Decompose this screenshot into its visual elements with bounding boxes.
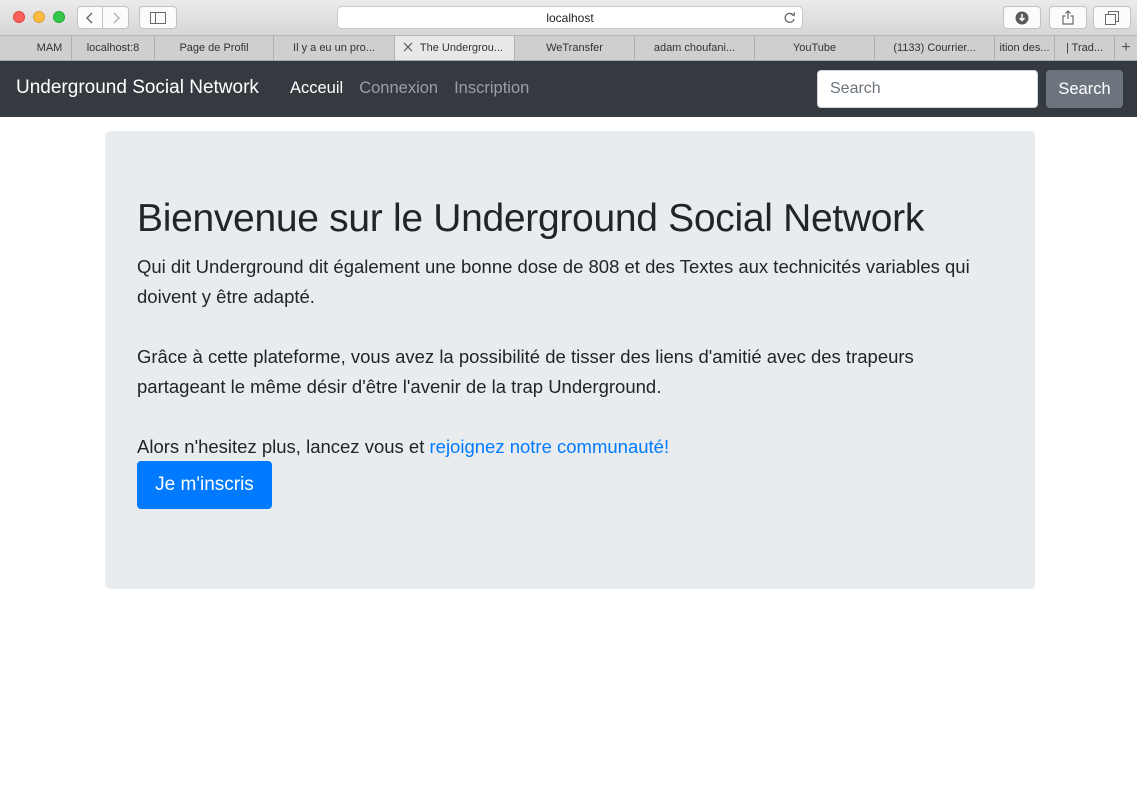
- page-title: Bienvenue sur le Underground Social Netw…: [137, 197, 925, 240]
- browser-tab[interactable]: MAM: [0, 36, 72, 60]
- nav-link-connexion[interactable]: Connexion: [359, 79, 438, 98]
- browser-titlebar: localhost: [0, 0, 1137, 36]
- tab-label: WeTransfer: [546, 42, 603, 54]
- navbar-brand[interactable]: Underground Social Network: [16, 77, 259, 99]
- tab-label: MAM: [36, 42, 63, 54]
- tab-overview-button[interactable]: [1093, 6, 1131, 29]
- nav-link-inscription[interactable]: Inscription: [454, 79, 529, 98]
- search-input[interactable]: [817, 70, 1038, 108]
- cta-text: Alors n'hesitez plus, lancez vous et: [137, 436, 430, 457]
- tab-label: adam choufani...: [653, 42, 736, 54]
- address-bar-text: localhost: [546, 10, 594, 25]
- navbar-links: Acceuil Connexion Inscription: [290, 79, 545, 98]
- sidebar-icon: [150, 11, 166, 24]
- history-nav-group: [77, 6, 129, 29]
- tab-label: YouTube: [792, 42, 837, 54]
- tab-label: Il y a eu un pro...: [293, 42, 375, 54]
- site-navbar: Underground Social Network Acceuil Conne…: [0, 61, 1137, 117]
- browser-tab[interactable]: ition des...: [995, 36, 1055, 60]
- share-icon: [1062, 10, 1074, 25]
- call-to-action-paragraph: Alors n'hesitez plus, lancez vous et rej…: [137, 432, 1007, 462]
- signup-button[interactable]: Je m'inscris: [137, 461, 272, 509]
- chevron-left-icon: [86, 11, 93, 24]
- close-tab-icon[interactable]: [403, 42, 413, 52]
- browser-tab[interactable]: | Trad...: [1055, 36, 1115, 60]
- download-icon: [1015, 11, 1029, 24]
- browser-tab[interactable]: adam choufani...: [635, 36, 755, 60]
- downloads-button[interactable]: [1003, 6, 1041, 29]
- tabs-icon: [1105, 10, 1119, 25]
- browser-tab-active[interactable]: The Undergrou...: [395, 36, 515, 60]
- close-window-button[interactable]: [13, 11, 25, 23]
- browser-tab-bar: MAM localhost:8 Page de Profil Il y a eu…: [0, 36, 1137, 61]
- browser-tab[interactable]: WeTransfer: [515, 36, 635, 60]
- tab-label: (1133) Courrier...: [893, 42, 976, 54]
- search-button[interactable]: Search: [1046, 70, 1123, 108]
- tab-label: Page de Profil: [179, 42, 249, 54]
- browser-tab[interactable]: (1133) Courrier...: [875, 36, 995, 60]
- nav-link-acceuil[interactable]: Acceuil: [290, 79, 343, 98]
- sidebar-toggle-button[interactable]: [139, 6, 177, 29]
- zoom-window-button[interactable]: [53, 11, 65, 23]
- tab-label: The Undergrou...: [419, 42, 504, 54]
- intro-paragraph: Qui dit Underground dit également une bo…: [137, 256, 970, 307]
- tab-label: | Trad...: [1065, 42, 1104, 54]
- browser-tab[interactable]: Page de Profil: [155, 36, 274, 60]
- chevron-right-icon: [112, 11, 120, 24]
- join-community-link[interactable]: rejoignez notre communauté!: [430, 436, 670, 457]
- welcome-jumbotron: Bienvenue sur le Underground Social Netw…: [105, 131, 1035, 589]
- back-button[interactable]: [77, 6, 103, 29]
- tab-label: localhost:8: [86, 42, 140, 54]
- browser-tab[interactable]: YouTube: [755, 36, 875, 60]
- browser-tab[interactable]: localhost:8: [72, 36, 155, 60]
- browser-tab[interactable]: Il y a eu un pro...: [274, 36, 395, 60]
- forward-button[interactable]: [103, 6, 129, 29]
- reload-icon[interactable]: [783, 11, 796, 25]
- platform-paragraph: Grâce à cette plateforme, vous avez la p…: [137, 346, 914, 397]
- minimize-window-button[interactable]: [33, 11, 45, 23]
- tab-label: ition des...: [999, 42, 1050, 54]
- share-button[interactable]: [1049, 6, 1087, 29]
- new-tab-button[interactable]: +: [1115, 36, 1137, 60]
- plus-icon: +: [1121, 39, 1131, 56]
- address-bar[interactable]: localhost: [337, 6, 803, 29]
